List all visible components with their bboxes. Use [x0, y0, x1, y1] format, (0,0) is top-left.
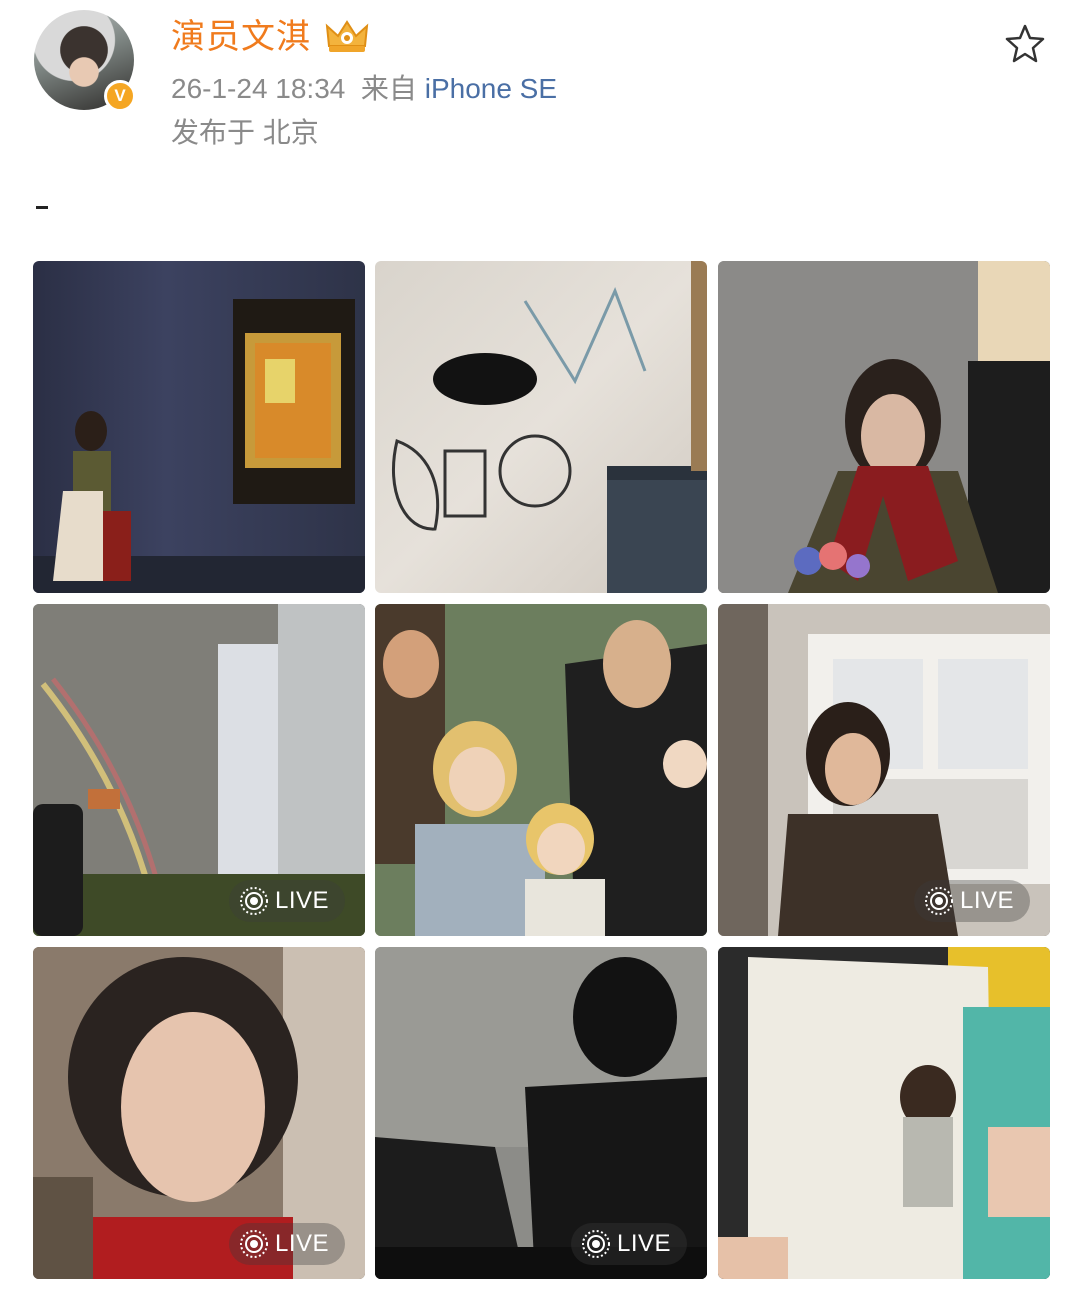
- live-label: LIVE: [274, 887, 329, 914]
- post-meta: 26-1-24 18:34 来自 iPhone SE: [171, 70, 557, 108]
- live-badge: LIVE: [570, 1223, 687, 1265]
- photo-7[interactable]: LIVE: [33, 947, 365, 1279]
- live-icon: [581, 1230, 610, 1258]
- crown-icon: [325, 20, 369, 52]
- photo-3[interactable]: [718, 261, 1050, 593]
- photo-1-art: [33, 299, 365, 593]
- photo-3-art: [718, 261, 1050, 593]
- username[interactable]: 演员文淇: [171, 16, 311, 58]
- photo-5[interactable]: [375, 604, 707, 936]
- photo-1[interactable]: [33, 261, 365, 593]
- post-body-text: [36, 206, 48, 209]
- verified-badge-icon: V: [104, 80, 136, 112]
- photo-8[interactable]: LIVE: [375, 947, 707, 1279]
- photo-9[interactable]: [718, 947, 1050, 1279]
- live-badge: LIVE: [228, 880, 345, 922]
- live-label: LIVE: [959, 887, 1014, 914]
- live-badge: LIVE: [913, 880, 1030, 922]
- live-label: LIVE: [274, 1230, 329, 1257]
- live-icon: [239, 1230, 268, 1258]
- post-timestamp: 26-1-24 18:34: [171, 73, 346, 104]
- photo-2[interactable]: [375, 261, 707, 593]
- photo-4[interactable]: LIVE: [33, 604, 365, 936]
- live-badge: LIVE: [228, 1223, 345, 1265]
- star-icon[interactable]: [1004, 22, 1046, 64]
- post-source-prefix: 来自: [360, 73, 417, 104]
- live-label: LIVE: [616, 1230, 671, 1257]
- photo-9-art: [718, 947, 1050, 1279]
- post-location: 发布于 北京: [171, 117, 319, 148]
- photo-grid: LIVE LIVE LIVE LIVE: [33, 261, 1050, 1279]
- photo-6[interactable]: LIVE: [718, 604, 1050, 936]
- photo-5-art: [375, 604, 707, 936]
- live-icon: [239, 887, 268, 915]
- photo-2-art: [392, 261, 707, 593]
- device-link[interactable]: iPhone SE: [425, 73, 557, 104]
- live-icon: [924, 887, 953, 915]
